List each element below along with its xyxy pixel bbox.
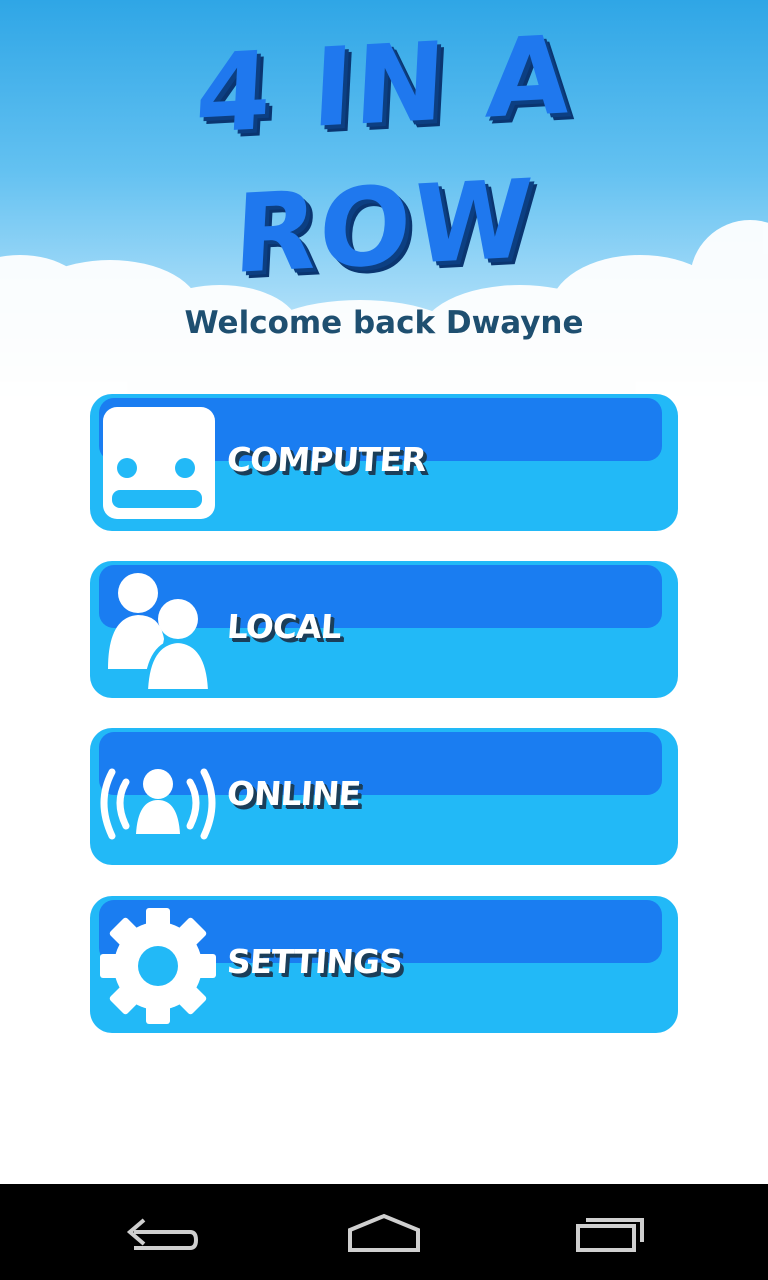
user-broadcast-icon xyxy=(100,768,216,840)
home-icon[interactable] xyxy=(344,1210,424,1254)
two-users-icon xyxy=(108,573,212,689)
computer-label: COMPUTER xyxy=(225,440,427,479)
computer-button[interactable]: COMPUTER xyxy=(90,394,678,531)
settings-button[interactable]: SETTINGS xyxy=(90,896,678,1033)
settings-label: SETTINGS xyxy=(225,942,404,981)
back-icon[interactable] xyxy=(120,1210,200,1254)
online-button[interactable]: ONLINE xyxy=(90,728,678,865)
local-label: LOCAL xyxy=(225,607,343,646)
robot-face-icon xyxy=(103,407,215,519)
welcome-message: Welcome back Dwayne xyxy=(184,305,584,341)
recent-apps-icon[interactable] xyxy=(572,1210,652,1254)
online-label: ONLINE xyxy=(225,774,362,813)
gear-icon xyxy=(100,908,216,1024)
local-button[interactable]: LOCAL xyxy=(90,561,678,698)
